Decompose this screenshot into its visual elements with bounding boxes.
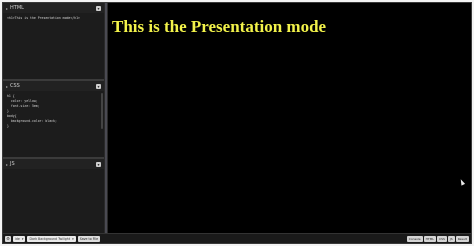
result-preview: This is the Presentation mode bbox=[108, 3, 471, 233]
html-panel: ▸ HTML ▾ <h1>This is the Presentation mo… bbox=[3, 3, 104, 79]
html-code-editor[interactable]: <h1>This is the Presentation mode</h1> bbox=[3, 13, 104, 21]
html-panel-title: HTML bbox=[10, 5, 24, 11]
view-tabs: Console HTML CSS JS Result bbox=[406, 235, 469, 242]
collapse-arrow-icon[interactable]: ▸ bbox=[6, 6, 8, 11]
tab-result[interactable]: Result bbox=[455, 235, 469, 242]
chevron-down-icon[interactable]: ▾ bbox=[96, 83, 101, 89]
tab-console[interactable]: Console bbox=[406, 235, 423, 242]
bottom-toolbar: ⚙ ide ▾ Dark Background Twilight ▾ Save … bbox=[3, 233, 471, 243]
layout-select[interactable]: ide ▾ bbox=[13, 235, 26, 242]
preview-heading: This is the Presentation mode bbox=[112, 17, 327, 36]
chevron-down-icon[interactable]: ▾ bbox=[96, 161, 101, 167]
code-editor-app: ▸ HTML ▾ <h1>This is the Presentation mo… bbox=[2, 2, 472, 244]
tab-css[interactable]: CSS bbox=[437, 235, 447, 242]
js-panel-header[interactable]: ▸ JS ▾ bbox=[3, 159, 104, 169]
splitter-grip[interactable] bbox=[105, 3, 107, 233]
save-to-file-button[interactable]: Save to File bbox=[77, 235, 101, 242]
tab-js[interactable]: JS bbox=[447, 235, 455, 242]
code-line: <h1>This is the Presentation mode</h1> bbox=[7, 16, 80, 20]
tab-html[interactable]: HTML bbox=[423, 235, 437, 242]
mouse-cursor-icon bbox=[458, 178, 466, 186]
theme-select-value: Dark Background Twilight bbox=[29, 236, 71, 241]
html-panel-header[interactable]: ▸ HTML ▾ bbox=[3, 3, 104, 13]
collapse-arrow-icon[interactable]: ▸ bbox=[6, 162, 8, 167]
css-scrollbar[interactable] bbox=[101, 93, 103, 129]
js-panel: ▸ JS ▾ bbox=[3, 159, 104, 233]
css-panel: ▸ CSS ▾ h1 { color: yellow; font-size: 5… bbox=[3, 81, 104, 157]
chevron-down-icon[interactable]: ▾ bbox=[96, 5, 101, 11]
css-code-editor[interactable]: h1 { color: yellow; font-size: 5em;} body… bbox=[3, 91, 104, 129]
editor-column: ▸ HTML ▾ <h1>This is the Presentation mo… bbox=[3, 3, 104, 233]
chevron-down-icon: ▾ bbox=[72, 236, 74, 241]
layout-select-value: ide bbox=[15, 236, 20, 241]
collapse-arrow-icon[interactable]: ▸ bbox=[6, 84, 8, 89]
js-code-editor[interactable] bbox=[3, 169, 104, 172]
css-panel-header[interactable]: ▸ CSS ▾ bbox=[3, 81, 104, 91]
theme-select[interactable]: Dark Background Twilight ▾ bbox=[27, 235, 76, 242]
css-panel-title: CSS bbox=[10, 83, 20, 89]
js-panel-title: JS bbox=[10, 161, 15, 167]
code-line: } bbox=[7, 124, 9, 128]
gear-icon[interactable]: ⚙ bbox=[5, 235, 11, 242]
chevron-down-icon: ▾ bbox=[21, 236, 24, 241]
